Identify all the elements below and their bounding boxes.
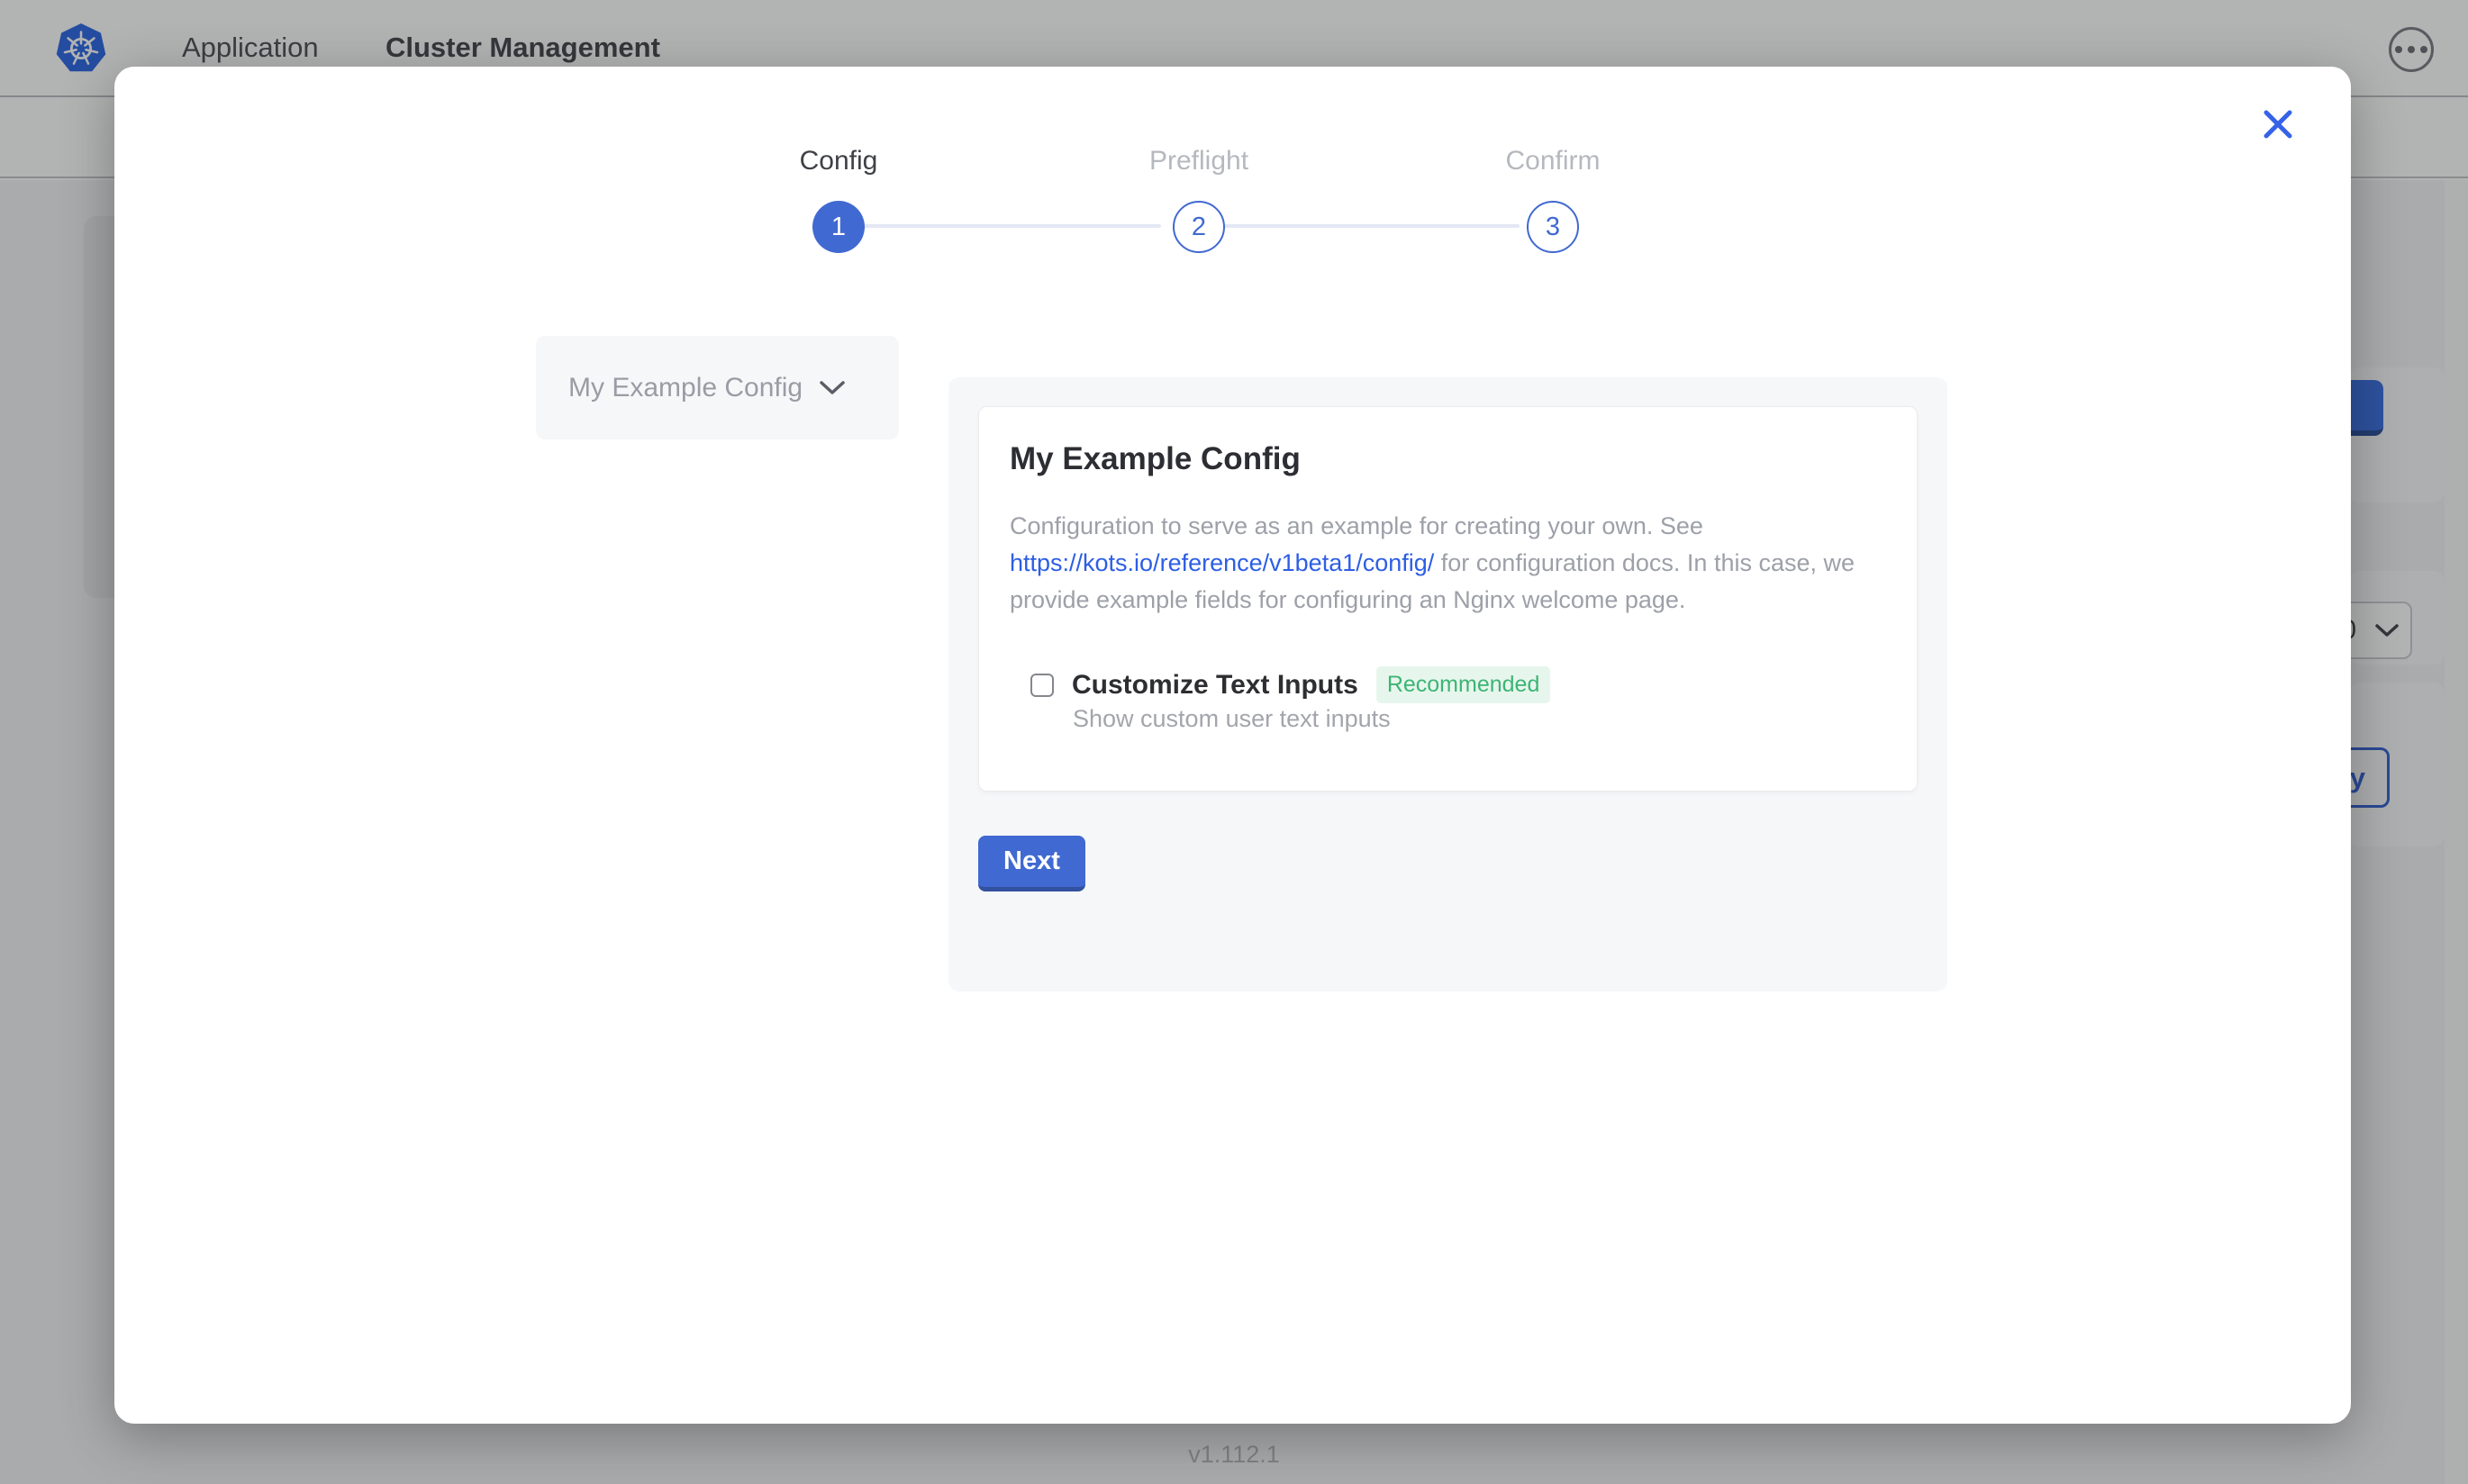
config-option-row: Customize Text Inputs Recommended (1030, 666, 1550, 703)
step-circle-config: 1 (812, 201, 865, 253)
close-icon (2261, 107, 2295, 141)
step-label-config: Config (721, 146, 956, 176)
description-text: Configuration to serve as an example for… (1010, 512, 1703, 539)
close-button[interactable] (2258, 104, 2298, 144)
stepper-connector (1220, 224, 1520, 228)
screen: Application Cluster Management 0 y v1.11… (0, 0, 2468, 1484)
config-group-card: My Example Config Configuration to serve… (978, 406, 1918, 792)
next-button[interactable]: Next (978, 836, 1085, 891)
config-group-dropdown[interactable]: My Example Config (536, 336, 899, 439)
config-wizard-modal: Config Preflight Confirm 1 2 3 My Exampl… (114, 67, 2351, 1424)
chevron-down-icon (819, 380, 846, 395)
step-circle-confirm: 3 (1527, 201, 1579, 253)
step-label-preflight: Preflight (1082, 146, 1316, 176)
stepper-connector (864, 224, 1161, 228)
config-docs-link[interactable]: https://kots.io/reference/v1beta1/config… (1010, 549, 1434, 576)
option-help-text: Show custom user text inputs (1073, 705, 1391, 733)
step-label-confirm: Confirm (1436, 146, 1670, 176)
step-circle-preflight: 2 (1173, 201, 1225, 253)
recommended-badge: Recommended (1376, 666, 1551, 703)
config-group-description: Configuration to serve as an example for… (1010, 508, 1897, 619)
config-group-dropdown-label: My Example Config (568, 373, 803, 403)
config-group-title: My Example Config (1010, 441, 1301, 477)
customize-text-inputs-label[interactable]: Customize Text Inputs (1072, 670, 1358, 701)
config-panel: My Example Config Configuration to serve… (948, 377, 1947, 991)
customize-text-inputs-checkbox[interactable] (1030, 674, 1054, 697)
